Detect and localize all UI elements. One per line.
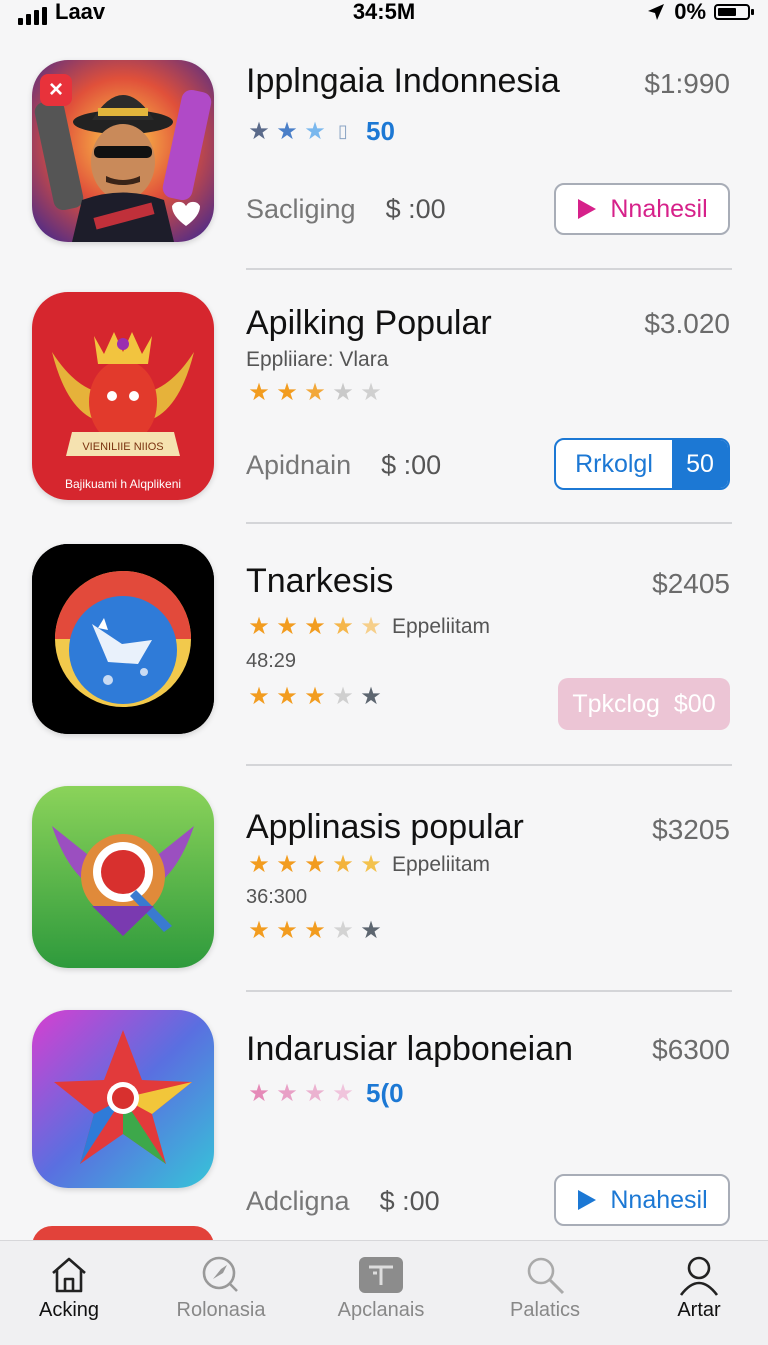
- get-button[interactable]: Rrkolgl 50: [554, 438, 730, 490]
- bottom-label: Adcligna: [246, 1186, 350, 1216]
- divider: [246, 764, 732, 766]
- purchase-button-price: $00: [673, 689, 716, 718]
- icon-caption-text: Bajikuami h Alqplikeni: [65, 477, 181, 491]
- rating-stars: ★ ★ ★ ★ 5(0: [248, 1078, 404, 1108]
- rating-count: 5(0: [366, 1078, 404, 1108]
- divider: [246, 522, 732, 524]
- tab-label: Rolonasia: [176, 1299, 266, 1321]
- apps-icon: [359, 1257, 403, 1293]
- play-icon: [578, 1190, 597, 1210]
- close-icon[interactable]: ×: [40, 74, 72, 106]
- app-icon-wings[interactable]: [32, 786, 214, 968]
- divider: [246, 268, 732, 270]
- rating-stars: ★ ★ ★ ★ ★ Eppeliitam: [248, 613, 491, 640]
- rating-count: 50: [366, 116, 395, 146]
- tab-palatics[interactable]: Palatics: [470, 1251, 620, 1322]
- bottom-info: Sacliging $ :00: [246, 194, 446, 225]
- rating-stars: ★ ★ ★ ★ ★ Eppeliitam: [248, 851, 491, 878]
- install-button[interactable]: Nnahesil: [554, 183, 730, 235]
- bottom-amount: $ :00: [379, 1186, 440, 1216]
- install-button-label: Nnahesil: [610, 194, 708, 223]
- tab-artar[interactable]: Artar: [624, 1251, 768, 1322]
- tab-apclanais[interactable]: Apclanais: [306, 1251, 456, 1322]
- app-icon-globe[interactable]: [32, 544, 214, 734]
- battery-icon: [714, 4, 754, 20]
- app-title: Applinasis popular: [246, 808, 524, 846]
- bottom-info: Apidnain $ :00: [246, 450, 441, 481]
- bottom-label: Apidnain: [246, 450, 352, 480]
- bottom-info: Adcligna $ :00: [246, 1186, 440, 1217]
- app-title: Indarusiar lapboneian: [246, 1030, 574, 1068]
- app-price: $2405: [652, 568, 730, 599]
- icon-banner-text: VIENILIIE NIIOS: [82, 441, 163, 453]
- app-price: $3205: [652, 814, 730, 845]
- purchase-button-label: Tpkclog: [572, 689, 660, 718]
- tab-label: Palatics: [509, 1299, 581, 1321]
- bottom-label: Sacliging: [246, 194, 356, 224]
- app-icon-star[interactable]: [32, 1010, 214, 1188]
- install-button-label: Nnahesil: [610, 1185, 708, 1214]
- rating-stars-secondary: ★ ★ ★ ★ ★: [248, 683, 382, 710]
- tab-label: Artar: [677, 1299, 721, 1321]
- rating-label: Eppeliitam: [392, 614, 491, 638]
- location-arrow-icon: [648, 4, 665, 20]
- get-button-badge: 50: [672, 440, 728, 488]
- install-button[interactable]: Nnahesil: [554, 1174, 730, 1226]
- home-icon: [52, 1257, 86, 1293]
- rating-label: Eppeliitam: [392, 852, 491, 876]
- app-meta: 48:29: [246, 650, 297, 672]
- battery-percent: 0%: [674, 0, 706, 24]
- app-price: $3.020: [644, 308, 730, 339]
- profile-icon: [679, 1256, 719, 1296]
- tab-label: Acking: [38, 1299, 100, 1321]
- rating-stars: ★ ★ ★ ▯ 50: [248, 116, 395, 146]
- app-icon-eagle[interactable]: VIENILIIE NIIOS Bajikuami h Alqplikeni: [32, 292, 214, 500]
- app-meta: 36:300: [246, 886, 308, 908]
- app-price: $6300: [652, 1034, 730, 1065]
- get-button-label: Rrkolgl: [575, 449, 653, 478]
- tab-acking[interactable]: Acking: [0, 1251, 144, 1322]
- rating-stars-secondary: ★ ★ ★ ★ ★: [248, 917, 382, 944]
- app-subtitle: Eppliiare: Vlara: [246, 348, 389, 371]
- app-icon-hero[interactable]: ×: [32, 60, 214, 242]
- app-title: Apilking Popular: [246, 304, 492, 342]
- tab-bar: Acking Rolonasia Apclanais Palatics Arta…: [0, 1240, 768, 1345]
- tab-rolonasia[interactable]: Rolonasia: [146, 1251, 296, 1322]
- divider: [246, 990, 732, 992]
- bottom-amount: $ :00: [385, 194, 446, 224]
- app-price: $1:990: [644, 68, 730, 99]
- app-title: Tnarkesis: [246, 562, 394, 600]
- status-right: 0%: [646, 0, 754, 25]
- rating-stars: ★ ★ ★ ★ ★: [248, 379, 382, 406]
- app-title: Ipplngaia Indonnesia: [246, 62, 560, 100]
- bottom-amount: $ :00: [381, 450, 442, 480]
- compass-icon: [202, 1256, 238, 1292]
- search-icon: [527, 1257, 565, 1295]
- play-icon: [578, 199, 597, 219]
- tab-label: Apclanais: [337, 1299, 425, 1321]
- purchase-button[interactable]: Tpkclog $00: [558, 678, 730, 730]
- status-bar: Laav 34:5M 0%: [0, 0, 768, 28]
